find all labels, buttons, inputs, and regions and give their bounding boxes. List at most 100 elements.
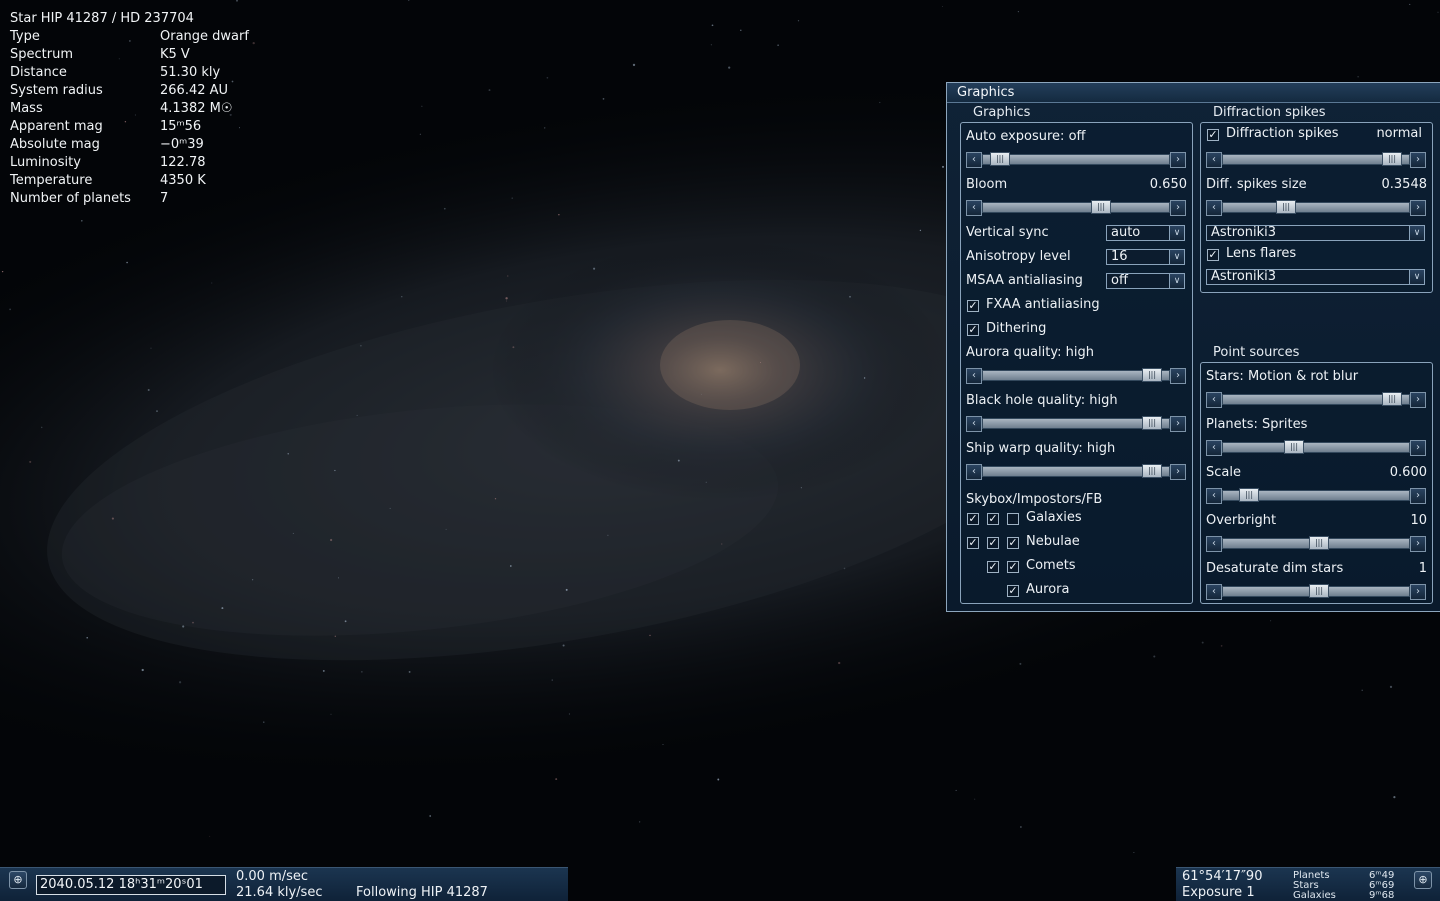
- desaturate-slider[interactable]: ‹ ||| ›: [1206, 584, 1426, 600]
- slider-thumb[interactable]: |||: [1382, 392, 1402, 406]
- time-rate-readout: 21.64 kly/sec: [236, 885, 323, 900]
- slider-left-arrow-icon[interactable]: ‹: [1206, 440, 1222, 456]
- slider-left-arrow-icon[interactable]: ‹: [1206, 488, 1222, 504]
- view-status-bar: 61°54′17″90 Exposure 1 Planets 6ᵐ49 Star…: [1176, 867, 1440, 901]
- point-sources-section-label: Point sources: [1213, 345, 1300, 360]
- slider-thumb[interactable]: |||: [1276, 200, 1296, 214]
- background-star: [705, 481, 707, 483]
- planets-slider[interactable]: ‹ ||| ›: [1206, 440, 1426, 456]
- nebulae-skybox-checkbox[interactable]: ✓: [967, 537, 979, 549]
- auto-exposure-slider[interactable]: ‹ ||| ›: [966, 152, 1186, 168]
- slider-left-arrow-icon[interactable]: ‹: [1206, 200, 1222, 216]
- spikes-preset-dropdown[interactable]: Astroniki3 ∨: [1206, 225, 1425, 241]
- slider-thumb[interactable]: |||: [1309, 536, 1329, 550]
- diffraction-group: ✓ Diffraction spikes normal ‹ ||| › Diff. …: [1200, 122, 1433, 293]
- slider-thumb[interactable]: |||: [1239, 488, 1259, 502]
- time-menu-button[interactable]: ⊕: [9, 871, 27, 889]
- slider-left-arrow-icon[interactable]: ‹: [1206, 536, 1222, 552]
- chevron-down-icon[interactable]: ∨: [1169, 274, 1184, 288]
- slider-right-arrow-icon[interactable]: ›: [1410, 488, 1426, 504]
- slider-left-arrow-icon[interactable]: ‹: [966, 368, 982, 384]
- dithering-checkbox[interactable]: ✓: [967, 324, 979, 336]
- diff-spikes-size-label: Diff. spikes size: [1206, 177, 1307, 192]
- slider-left-arrow-icon[interactable]: ‹: [1206, 392, 1222, 408]
- chevron-down-icon[interactable]: ∨: [1409, 226, 1424, 240]
- slider-right-arrow-icon[interactable]: ›: [1410, 152, 1426, 168]
- ship-warp-quality-label: Ship warp quality: high: [966, 441, 1116, 456]
- background-star: [593, 267, 596, 270]
- comets-fb-checkbox[interactable]: ✓: [1007, 561, 1019, 573]
- galaxies-impostors-checkbox[interactable]: ✓: [987, 513, 999, 525]
- slider-right-arrow-icon[interactable]: ›: [1170, 464, 1186, 480]
- slider-right-arrow-icon[interactable]: ›: [1410, 584, 1426, 600]
- bloom-slider[interactable]: ‹ ||| ›: [966, 200, 1186, 216]
- view-menu-button[interactable]: ⊕: [1414, 871, 1432, 889]
- slider-thumb[interactable]: |||: [1142, 416, 1162, 430]
- slider-right-arrow-icon[interactable]: ›: [1410, 392, 1426, 408]
- fov-readout: 61°54′17″90: [1182, 869, 1263, 884]
- scale-slider[interactable]: ‹ ||| ›: [1206, 488, 1426, 504]
- vsync-dropdown[interactable]: auto ∨: [1106, 225, 1185, 241]
- slider-left-arrow-icon[interactable]: ‹: [966, 464, 982, 480]
- background-star: [1270, 620, 1272, 622]
- slider-left-arrow-icon[interactable]: ‹: [966, 200, 982, 216]
- aurora-quality-slider[interactable]: ‹ ||| ›: [966, 368, 1186, 384]
- msaa-dropdown[interactable]: off ∨: [1106, 273, 1185, 289]
- stars-slider[interactable]: ‹ ||| ›: [1206, 392, 1426, 408]
- datetime-field[interactable]: 2040.05.12 18ʰ31ᵐ20ˢ01: [36, 875, 226, 895]
- chevron-down-icon[interactable]: ∨: [1169, 250, 1184, 264]
- galaxies-fb-checkbox[interactable]: [1007, 513, 1019, 525]
- background-star: [562, 644, 565, 647]
- slider-thumb[interactable]: |||: [1382, 152, 1402, 166]
- black-hole-quality-slider[interactable]: ‹ ||| ›: [966, 416, 1186, 432]
- background-star: [211, 282, 213, 284]
- slider-thumb[interactable]: |||: [1142, 464, 1162, 478]
- fxaa-checkbox[interactable]: ✓: [967, 300, 979, 312]
- chevron-down-icon[interactable]: ∨: [1169, 226, 1184, 240]
- graphics-window[interactable]: Graphics Graphics Auto exposure: off ‹ ||…: [946, 82, 1440, 612]
- anisotropy-dropdown[interactable]: 16 ∨: [1106, 249, 1185, 265]
- slider-right-arrow-icon[interactable]: ›: [1170, 152, 1186, 168]
- slider-right-arrow-icon[interactable]: ›: [1170, 416, 1186, 432]
- background-star: [505, 297, 508, 300]
- background-star: [1361, 689, 1363, 692]
- slider-left-arrow-icon[interactable]: ‹: [966, 152, 982, 168]
- background-star: [322, 669, 325, 672]
- slider-right-arrow-icon[interactable]: ›: [1170, 200, 1186, 216]
- slider-thumb[interactable]: |||: [1091, 200, 1111, 214]
- slider-left-arrow-icon[interactable]: ‹: [1206, 152, 1222, 168]
- lens-flares-checkbox[interactable]: ✓: [1207, 249, 1219, 261]
- comets-impostors-checkbox[interactable]: ✓: [987, 561, 999, 573]
- slider-thumb[interactable]: |||: [990, 152, 1010, 166]
- diffraction-spikes-checkbox[interactable]: ✓: [1207, 129, 1219, 141]
- nebulae-fb-checkbox[interactable]: ✓: [1007, 537, 1019, 549]
- slider-thumb[interactable]: |||: [1142, 368, 1162, 382]
- diffraction-spikes-slider[interactable]: ‹ ||| ›: [1206, 152, 1426, 168]
- flares-preset-value: Astroniki3: [1211, 269, 1277, 284]
- slider-thumb[interactable]: |||: [1309, 584, 1329, 598]
- auto-exposure-label: Auto exposure: off: [966, 129, 1086, 144]
- background-star: [797, 20, 800, 22]
- galaxies-skybox-checkbox[interactable]: ✓: [967, 513, 979, 525]
- background-star: [728, 66, 731, 69]
- overbright-slider[interactable]: ‹ ||| ›: [1206, 536, 1426, 552]
- background-star: [209, 835, 211, 837]
- ship-warp-quality-slider[interactable]: ‹ ||| ›: [966, 464, 1186, 480]
- background-star: [86, 636, 88, 639]
- anisotropy-label: Anisotropy level: [966, 249, 1071, 264]
- slider-right-arrow-icon[interactable]: ›: [1170, 368, 1186, 384]
- star-info-value: 15ᵐ56: [160, 119, 202, 134]
- chevron-down-icon[interactable]: ∨: [1409, 270, 1424, 284]
- window-title[interactable]: Graphics: [947, 83, 1440, 103]
- diff-spikes-size-slider[interactable]: ‹ ||| ›: [1206, 200, 1426, 216]
- aurora-fb-checkbox[interactable]: ✓: [1007, 585, 1019, 597]
- slider-left-arrow-icon[interactable]: ‹: [1206, 584, 1222, 600]
- msaa-value: off: [1111, 273, 1128, 288]
- nebulae-impostors-checkbox[interactable]: ✓: [987, 537, 999, 549]
- slider-right-arrow-icon[interactable]: ›: [1410, 536, 1426, 552]
- slider-right-arrow-icon[interactable]: ›: [1410, 200, 1426, 216]
- slider-thumb[interactable]: |||: [1284, 440, 1304, 454]
- slider-right-arrow-icon[interactable]: ›: [1410, 440, 1426, 456]
- flares-preset-dropdown[interactable]: Astroniki3 ∨: [1206, 269, 1425, 285]
- slider-left-arrow-icon[interactable]: ‹: [966, 416, 982, 432]
